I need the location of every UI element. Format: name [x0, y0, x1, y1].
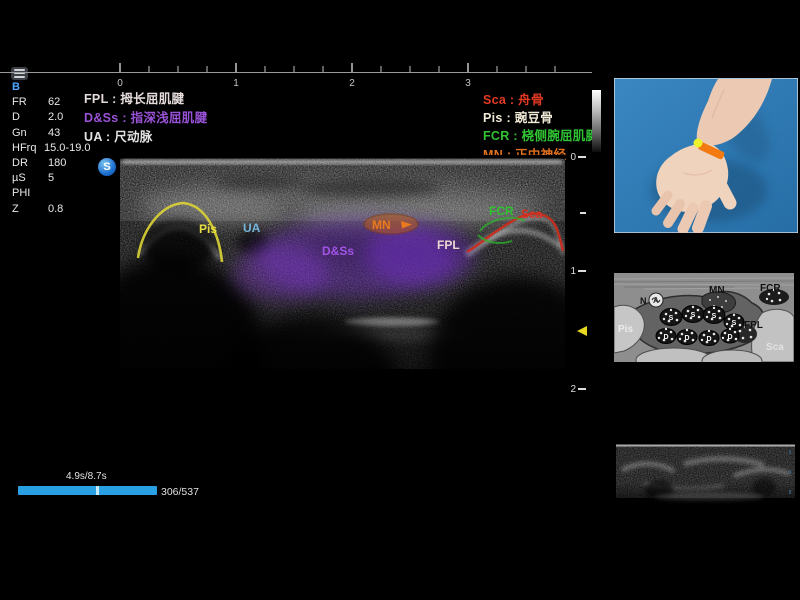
diagram-label-n: N	[640, 296, 647, 306]
tendon-letter: S	[669, 315, 674, 322]
tendon-letter: D	[684, 335, 689, 342]
anatomy-diagram[interactable]: S S S S D D D D N A MN FCR FPL Pis Sca	[614, 273, 794, 362]
diagram-label-mn: MN	[709, 285, 725, 296]
depth-mark: 2	[567, 383, 586, 395]
focus-marker-icon[interactable]	[577, 326, 587, 336]
label-fpl: FPL	[437, 238, 460, 252]
label-pis: Pis	[199, 222, 217, 236]
param-row: Gn43	[12, 126, 90, 141]
depth-tick	[578, 207, 586, 219]
diagram-label-fcr: FCR	[760, 283, 781, 294]
label-fcr: FCR	[489, 204, 514, 218]
main-ultrasound-image: Pis UA D&Ss MN FPL FCR Sca	[120, 155, 565, 420]
horizontal-ruler: 0 1 2 3	[0, 55, 600, 89]
diagram-label-fpl: FPL	[744, 320, 763, 331]
legend-item: UA : 尺动脉	[84, 128, 207, 147]
label-ua: UA	[243, 221, 261, 235]
brand-logo: S	[98, 158, 116, 176]
legend-item: Pis : 豌豆骨	[483, 109, 598, 127]
tendon-letter: S	[691, 312, 696, 319]
param-row: PHI	[12, 186, 90, 201]
ruler-mark: 3	[465, 78, 471, 89]
tendon-letter: D	[727, 334, 732, 341]
tendon-letter: D	[663, 334, 668, 341]
legend-left: FPL : 拇长屈肌腱 D&Ss : 指深浅屈肌腱 UA : 尺动脉	[84, 90, 207, 148]
cine-cursor[interactable]	[96, 486, 99, 495]
tendon-letter: S	[732, 320, 737, 327]
legend-item: D&Ss : 指深浅屈肌腱	[84, 109, 207, 128]
label-sca: Sca	[521, 207, 543, 221]
tendon-letter: S	[712, 313, 717, 320]
ultrasound-screen: B FR62 D2.0 Gn43 HFrq15.0-19.0 DR180 µS5…	[0, 0, 800, 600]
cine-frame-counter: 306/537	[161, 486, 199, 498]
probe-position-photo[interactable]	[614, 78, 798, 233]
diagram-label-a: A	[653, 296, 659, 305]
label-mn: MN	[372, 218, 391, 232]
depth-mark: 0	[567, 151, 586, 163]
param-row: D2.0	[12, 110, 90, 125]
param-row: µS5	[12, 171, 90, 186]
legend-item: FCR : 桡侧腕屈肌腱	[483, 127, 598, 145]
tendon-letter: D	[706, 336, 711, 343]
legend-item: FPL : 拇长屈肌腱	[84, 90, 207, 109]
diagram-label-sca: Sca	[766, 342, 784, 353]
param-row: HFrq15.0-19.0	[12, 141, 90, 156]
reference-ultrasound-thumbnail[interactable]	[614, 440, 797, 513]
label-dss: D&Ss	[322, 244, 354, 258]
ruler-mark: 1	[233, 78, 239, 89]
cine-progress-bar[interactable]	[18, 486, 157, 495]
ruler-mark: 2	[349, 78, 355, 89]
param-row: FR62	[12, 95, 90, 110]
cine-time: 4.9s/8.7s	[66, 471, 107, 482]
grayscale-bar	[592, 90, 601, 152]
depth-mark: 1	[567, 265, 586, 277]
ruler-mark: 0	[117, 78, 123, 89]
param-row: Z0.8	[12, 202, 90, 217]
param-row: DR180	[12, 156, 90, 171]
parameter-panel: B FR62 D2.0 Gn43 HFrq15.0-19.0 DR180 µS5…	[12, 80, 90, 217]
diagram-label-pis: Pis	[618, 324, 633, 335]
legend-item: Sca : 舟骨	[483, 91, 598, 109]
probe-orientation-dot	[694, 139, 703, 148]
